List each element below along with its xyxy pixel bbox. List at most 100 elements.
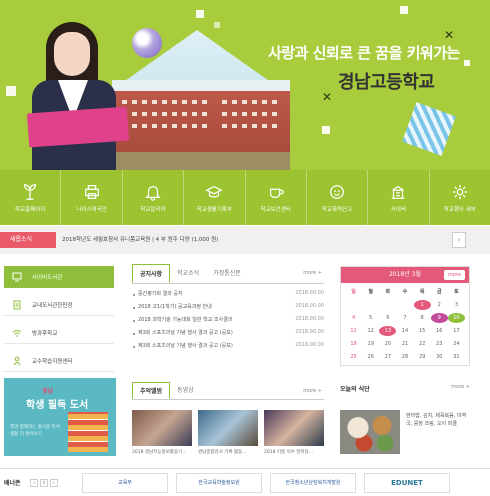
menu-item-neis[interactable]: 나이스대국민 (61, 170, 123, 225)
gear-icon (452, 184, 468, 199)
tab-album[interactable]: 추억앨범 (132, 382, 171, 399)
calendar-day[interactable]: 4 (345, 313, 362, 323)
banner-edunet[interactable]: EDUNET (364, 472, 450, 493)
calendar-day[interactable]: 24 (448, 339, 465, 349)
calendar-day[interactable]: 9 (430, 313, 448, 323)
calendar-day[interactable]: 8 (414, 313, 431, 323)
calendar-day[interactable]: 16 (431, 326, 448, 336)
meal-photo (340, 410, 400, 454)
post-date: 2018.00.00 (295, 342, 324, 348)
face-icon (330, 184, 344, 199)
notice-next-button[interactable]: › (452, 232, 466, 248)
calendar-day[interactable]: 31 (448, 352, 465, 362)
menu-item-health[interactable]: 학교보건센터 (246, 170, 307, 225)
wifi-icon (12, 329, 22, 337)
list-item[interactable]: 2018 과학기술 기능대회 일반 학교 조사결과 2018.00.00 (132, 316, 324, 329)
post-date: 2018.00.00 (295, 316, 324, 322)
calendar-day[interactable]: 5 (362, 313, 379, 323)
notice-text[interactable]: 2018학년도 세월호참사 유니폼교육원 | 4 부 원주 다양 (1,000 … (62, 232, 218, 248)
gallery-more-link[interactable]: more + (303, 388, 322, 394)
weekday-label: 일 (351, 289, 356, 295)
calendar-day[interactable]: 28 (396, 352, 413, 362)
calendar-day[interactable]: 6 (379, 313, 396, 323)
quick-link-library[interactable]: 교내도서관한민정 (4, 294, 114, 316)
menu-label: 학교알리미 (140, 206, 166, 213)
photo-thumb[interactable]: 경남종합감사 기록 활동... (198, 410, 258, 455)
promo-line-1: 경남 (42, 388, 54, 395)
post-date: 2018.00.00 (295, 303, 324, 309)
quick-link-cyber-library[interactable]: 사이버도서관 (4, 266, 114, 288)
tab-newsletter[interactable]: 가정통신문 (206, 264, 248, 283)
printer-icon (84, 184, 99, 199)
list-item[interactable]: 제3회 스포츠의날 기념 행사 결과 공고 (공보) 2018.00.00 (132, 329, 324, 342)
calendar-day[interactable]: 22 (414, 339, 431, 349)
calendar-day[interactable]: 27 (379, 352, 396, 362)
calendar-day[interactable]: 7 (396, 313, 413, 323)
graduation-cap-icon (205, 185, 223, 198)
calendar-day[interactable]: 13 (379, 326, 397, 336)
school-photo (112, 80, 290, 170)
calendar-day[interactable]: 1 (413, 300, 431, 310)
menu-item-alimi[interactable]: 학교알리미 (123, 170, 185, 225)
menu-item-cyber[interactable]: 사이버 (368, 170, 430, 225)
banner-kyci[interactable]: 한국청소년상담복지개발원 (270, 472, 356, 493)
post-list: 중간평가회 결과 공지 2018.00.00 2018 고1(1학기) 공교육과정… (132, 290, 324, 355)
calendar-day[interactable]: 25 (345, 352, 362, 362)
menu-item-homepage[interactable]: 학교홈페이지 (0, 170, 62, 225)
student-illustration (18, 22, 130, 170)
calendar-day[interactable]: 2 (431, 300, 448, 310)
calendar-day[interactable]: 26 (362, 352, 379, 362)
menu-item-event[interactable]: 학교행사 세부 (430, 170, 490, 225)
book-stack-image (68, 412, 108, 452)
list-item[interactable]: 2018 고1(1학기) 공교육과정 안내 2018.00.00 (132, 303, 324, 316)
calendar-day[interactable]: 3 (448, 300, 465, 310)
calendar-day[interactable]: 10 (447, 313, 465, 323)
striped-cube-decor (402, 102, 456, 156)
banner-label: 배너존 (4, 480, 21, 487)
menu-item-report[interactable]: 학교폭력신고 (307, 170, 369, 225)
calendar-day[interactable]: 23 (431, 339, 448, 349)
post-title: 2018 과학기술 기능대회 일반 학교 조사결과 (138, 317, 233, 323)
photo-image (198, 410, 258, 446)
calendar-day[interactable]: 19 (362, 339, 379, 349)
quick-links: 사이버도서관 교내도서관한민정 방과후학교 교수학습지원센터 (4, 266, 114, 378)
decor-square (196, 10, 204, 18)
tab-school-news[interactable]: 학교소식 (170, 264, 206, 283)
post-date: 2018.00.00 (295, 329, 324, 335)
calendar-day[interactable]: 15 (414, 326, 431, 336)
photo-thumb[interactable]: 2018 경남지능정보활용기... (132, 410, 192, 455)
banner-moe[interactable]: 교육부 (82, 472, 168, 493)
calendar-day[interactable]: 12 (362, 326, 379, 336)
post-date: 2018.00.00 (295, 290, 324, 296)
thumbnail-list: 2018 경남지능정보활용기... 경남종합감사 기록 활동... 2018 이… (132, 410, 324, 455)
calendar-day (345, 300, 362, 310)
board-more-link[interactable]: more + (303, 270, 322, 276)
prev-icon[interactable]: ‹ (30, 478, 38, 487)
photo-image (264, 410, 324, 446)
calendar-day (362, 300, 379, 310)
next-icon[interactable]: › (50, 478, 58, 487)
quick-link-afterschool[interactable]: 방과후학교 (4, 322, 114, 344)
menu-label: 사이버 (390, 206, 407, 213)
pause-icon[interactable]: ॥ (40, 478, 48, 487)
post-title: 2018 고1(1학기) 공교육과정 안내 (138, 304, 212, 310)
calendar-day[interactable]: 14 (396, 326, 413, 336)
list-item[interactable]: 중간평가회 결과 공지 2018.00.00 (132, 290, 324, 303)
calendar-day[interactable]: 30 (431, 352, 448, 362)
meal-more-link[interactable]: more + (451, 384, 470, 390)
quick-link-learning-center[interactable]: 교수학습지원센터 (4, 350, 114, 372)
calendar-day[interactable]: 21 (396, 339, 413, 349)
tab-notices[interactable]: 공지사항 (132, 264, 171, 283)
calendar-day[interactable]: 11 (345, 326, 362, 336)
banner-keris[interactable]: 한국교육학술정보원 (176, 472, 262, 493)
list-item[interactable]: 제3회 스포츠의날 기념 행사 결과 공고 (공보) 2018.00.00 (132, 342, 324, 355)
calendar-day[interactable]: 29 (414, 352, 431, 362)
calendar-day[interactable]: 17 (448, 326, 465, 336)
menu-item-record[interactable]: 학교생활기록부 (184, 170, 246, 225)
reading-promo-banner[interactable]: 경남 학생 필독 도서 책과 함께하는 즐거운 독서 생활 더 알아보기 (4, 378, 116, 456)
calendar-more-button[interactable]: more (444, 270, 465, 280)
calendar-day[interactable]: 20 (379, 339, 396, 349)
tab-video[interactable]: 동영상 (170, 382, 201, 399)
calendar-day[interactable]: 18 (345, 339, 362, 349)
photo-thumb[interactable]: 2018 이름 이수 한마당... (264, 410, 324, 455)
